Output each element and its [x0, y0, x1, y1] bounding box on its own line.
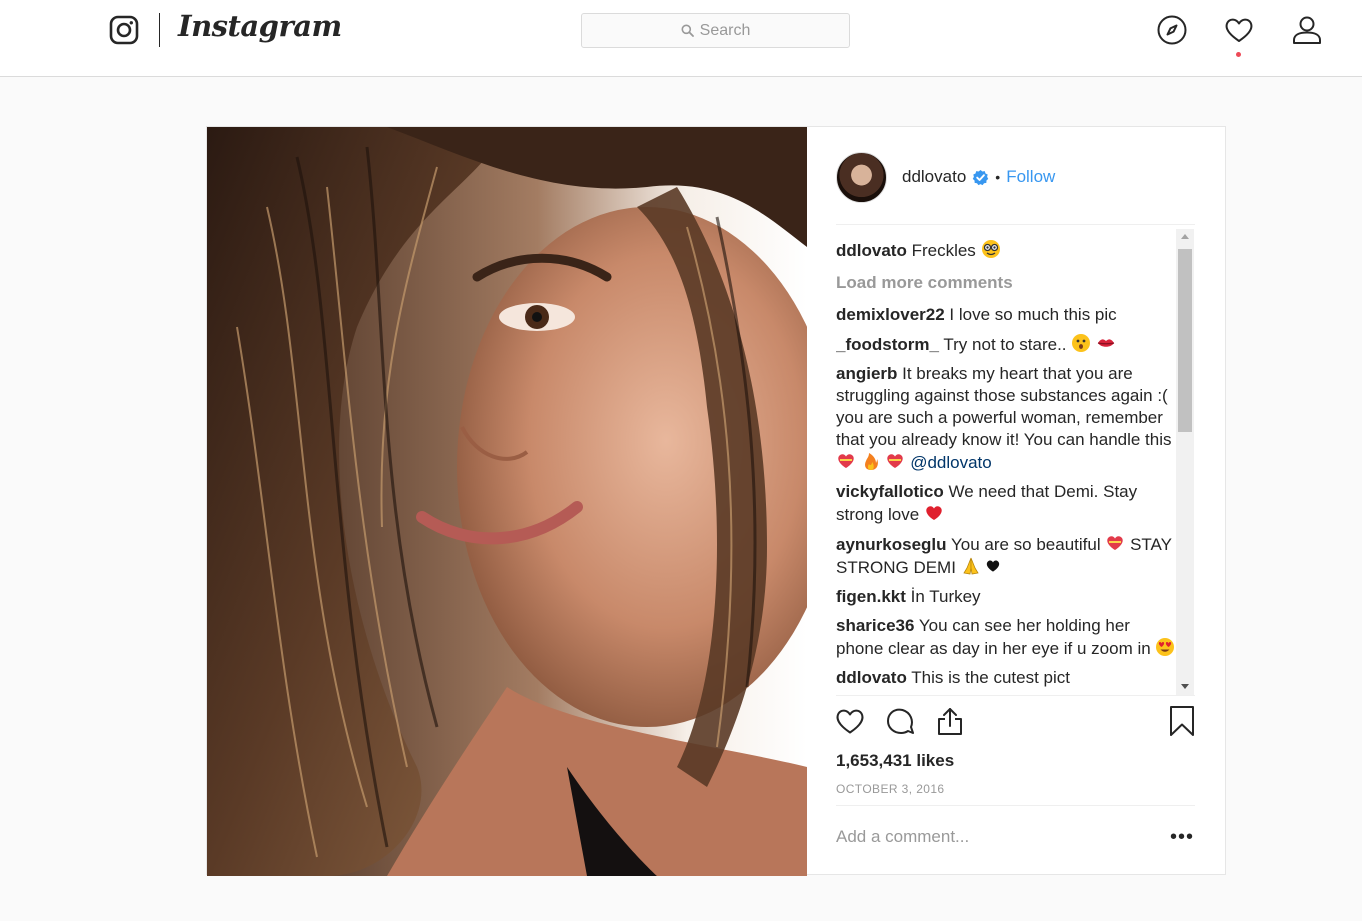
comment-item: _foodstorm_ Try not to stare.. [836, 333, 1176, 356]
selfie-photo [207, 127, 807, 876]
comment-user[interactable]: demixlover22 [836, 305, 945, 324]
comment-user[interactable]: sharice36 [836, 616, 914, 635]
comment-user[interactable]: aynurkoseglu [836, 535, 947, 554]
comment-user[interactable]: ddlovato [836, 668, 907, 687]
post-card: ddlovato • Follow ddlovato Freckles Load… [206, 126, 1226, 876]
comment-item: angierb It breaks my heart that you are … [836, 363, 1176, 474]
comment-user[interactable]: angierb [836, 364, 897, 383]
post-username[interactable]: ddlovato [902, 167, 966, 187]
compass-icon [1157, 15, 1187, 45]
search-icon [681, 24, 694, 37]
notification-dot [1236, 52, 1241, 57]
more-options-button[interactable]: ••• [1170, 827, 1194, 847]
heart-ribbon-emoji-icon [838, 454, 854, 468]
comment-item: figen.kkt İn Turkey [836, 586, 1176, 608]
follow-button[interactable]: Follow [1006, 167, 1055, 187]
heart-icon [1225, 18, 1253, 42]
heart-eyes-emoji-icon [1156, 638, 1175, 656]
heart-ribbon-emoji-icon [887, 454, 904, 468]
instagram-wordmark[interactable]: Instagram [178, 9, 342, 43]
mention-link[interactable]: @ddlovato [910, 453, 992, 472]
comment-text: I love so much this pic [949, 305, 1117, 324]
kiss-mark-emoji-icon [1097, 339, 1115, 347]
scroll-up-arrow-icon[interactable] [1181, 234, 1189, 239]
add-comment-input[interactable] [836, 827, 1136, 847]
load-more-comments-button[interactable]: Load more comments [836, 272, 1176, 294]
search-box[interactable]: Search [581, 13, 850, 48]
comment-user[interactable]: ddlovato [836, 241, 907, 260]
scroll-down-arrow-icon[interactable] [1181, 684, 1189, 689]
scroll-thumb[interactable] [1178, 249, 1192, 432]
comment-user[interactable]: vickyfallotico [836, 482, 944, 501]
comment-text: İn Turkey [910, 587, 981, 606]
post-sidebar: ddlovato • Follow ddlovato Freckles Load… [807, 127, 1226, 874]
actions-divider [836, 695, 1195, 696]
nerd-face-emoji-icon [981, 240, 1000, 258]
comment-item: ddlovato This is the cutest pict [836, 667, 1176, 689]
post-header: ddlovato • Follow [836, 149, 1196, 205]
comment-item: aynurkoseglu You are so beautiful STAY S… [836, 533, 1176, 579]
explore-button[interactable] [1156, 14, 1188, 46]
post-actions [836, 705, 1198, 745]
red-heart-emoji-icon [926, 506, 942, 520]
activity-button[interactable] [1223, 14, 1255, 46]
likes-count[interactable]: 1,653,431 likes [836, 751, 954, 771]
comments-list[interactable]: ddlovato Freckles Load more comments dem… [836, 227, 1206, 695]
comment-text: Freckles [911, 241, 976, 260]
instagram-camera-icon[interactable] [109, 15, 139, 45]
post-date[interactable]: OCTOBER 3, 2016 [836, 782, 945, 796]
hushed-face-emoji-icon [1072, 334, 1091, 352]
post-photo[interactable] [207, 127, 807, 876]
search-placeholder: Search [699, 21, 751, 39]
bookmark-icon[interactable] [1166, 705, 1198, 737]
comment-item: sharice36 You can see her holding her ph… [836, 615, 1176, 660]
comment-text: Try not to stare.. [943, 335, 1067, 354]
header-divider [836, 224, 1195, 225]
comment-text: You are so beautiful [950, 535, 1101, 554]
separator-dot: • [995, 169, 1001, 185]
logo-divider [159, 13, 160, 47]
comment-user[interactable]: _foodstorm_ [836, 335, 939, 354]
caption: ddlovato Freckles [836, 239, 1176, 262]
avatar[interactable] [836, 151, 887, 203]
comment-user[interactable]: figen.kkt [836, 587, 906, 606]
profile-icon [1293, 16, 1321, 44]
top-navigation: Instagram Search [0, 0, 1362, 77]
add-comment-divider [836, 805, 1195, 806]
comment-text: This is the cutest pict [911, 668, 1070, 687]
comment-bubble-icon[interactable] [884, 705, 916, 737]
share-icon[interactable] [934, 705, 966, 737]
comments-scrollbar[interactable] [1176, 229, 1194, 695]
comment-item: demixlover22 I love so much this pic [836, 304, 1176, 326]
like-heart-icon[interactable] [834, 705, 866, 737]
profile-button[interactable] [1291, 14, 1323, 46]
folded-hands-emoji-icon [963, 557, 979, 575]
comment-item: vickyfallotico We need that Demi. Stay s… [836, 481, 1176, 526]
heart-ribbon-emoji-icon [1107, 536, 1124, 550]
fire-emoji-icon [864, 453, 878, 470]
verified-badge-icon [973, 169, 989, 185]
black-heart-emoji-icon [987, 560, 1000, 572]
